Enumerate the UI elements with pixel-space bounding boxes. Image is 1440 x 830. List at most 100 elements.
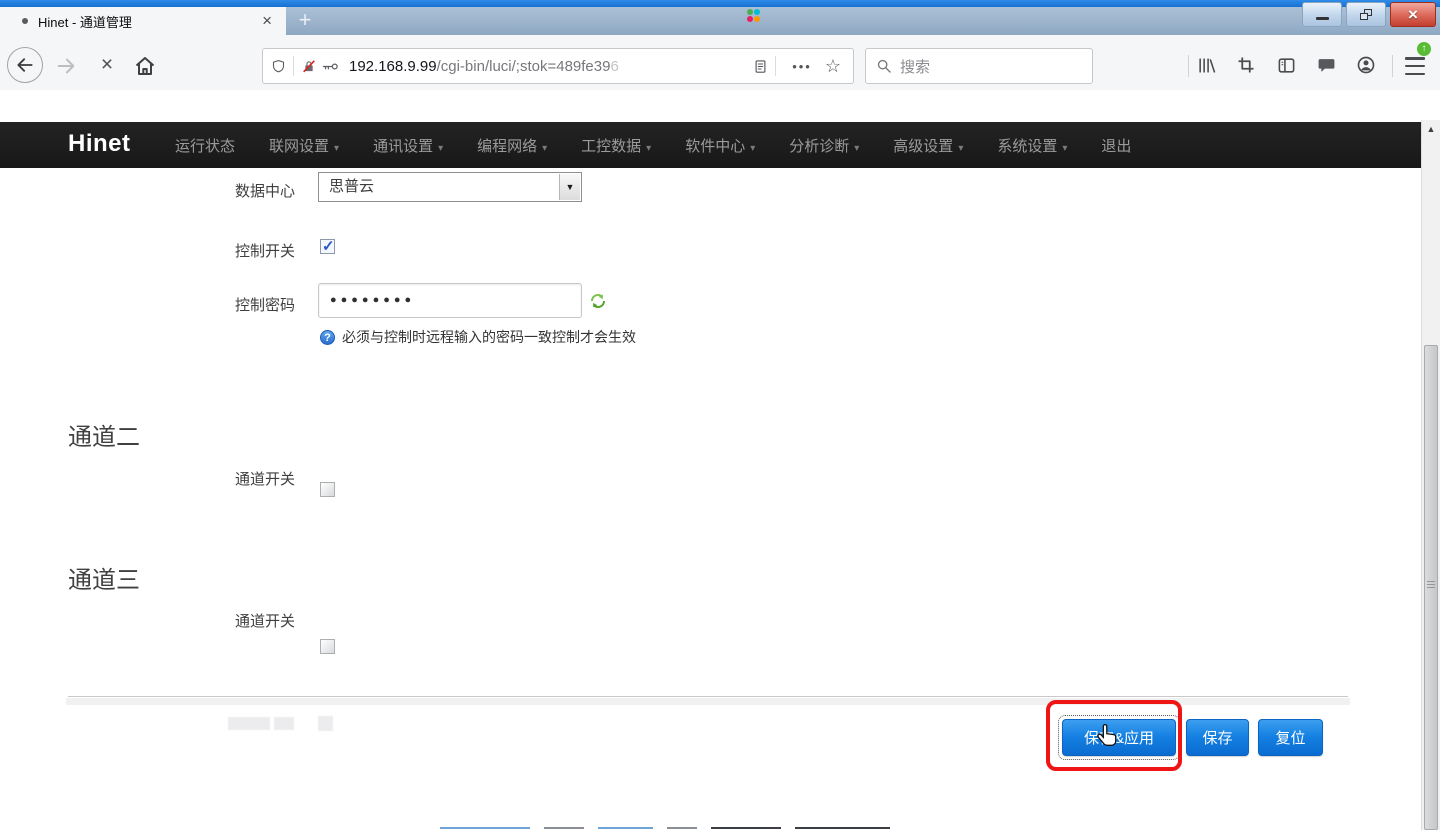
data-center-value: 思普云 [329, 173, 374, 201]
nav-item-logout[interactable]: 退出 [1084, 135, 1148, 156]
search-bar[interactable]: 搜索 [865, 48, 1093, 84]
account-button[interactable] [1354, 53, 1378, 77]
nav-item-industrial-data[interactable]: 工控数据▾ [564, 135, 668, 156]
account-icon [1356, 55, 1376, 75]
channel-3-switch-checkbox[interactable] [320, 639, 335, 654]
divider [1392, 55, 1393, 77]
faded-ghost-text [274, 717, 294, 730]
chevron-down-icon: ▾ [1062, 143, 1067, 154]
password-hint-row: ? 必须与控制时远程输入的密码一致控制才会生效 [320, 327, 636, 347]
close-button[interactable]: × [1390, 2, 1436, 27]
divider [293, 56, 294, 76]
select-dropdown-button[interactable]: ▼ [559, 174, 580, 200]
forward-arrow-icon [55, 55, 77, 77]
url-path: /cgi-bin/luci/;stok=489fe39 [437, 58, 611, 75]
faded-ghost-checkbox [318, 716, 333, 731]
chevron-down-icon: ▼ [566, 182, 575, 192]
page-actions-icon[interactable]: ••• [792, 59, 812, 74]
restore-button[interactable] [1346, 2, 1386, 27]
tab-title: Hinet - 通道管理 [38, 12, 248, 31]
control-password-input[interactable]: ●●●●●●●● [318, 283, 582, 318]
site-navbar: Hinet 运行状态 联网设置▾ 通讯设置▾ 编程网络▾ 工控数据▾ 软件中心▾… [0, 122, 1421, 168]
crop-icon [1237, 56, 1255, 74]
minimize-icon [1316, 17, 1329, 20]
vertical-scrollbar[interactable]: ▲ [1421, 120, 1440, 830]
nav-item-diagnostics[interactable]: 分析诊断▾ [772, 135, 876, 156]
library-icon [1197, 56, 1216, 75]
chevron-down-icon: ▾ [854, 143, 859, 154]
section-title-channel-2: 通道二 [68, 417, 140, 452]
section-title-channel-3: 通道三 [68, 560, 140, 595]
faded-ghost-text [228, 717, 270, 730]
chevron-down-icon: ▾ [542, 143, 547, 154]
scrollbar-thumb[interactable] [1424, 345, 1438, 830]
toggle-password-icon[interactable] [589, 292, 607, 310]
nav-item-system-settings[interactable]: 系统设置▾ [980, 135, 1084, 156]
screenshot-button[interactable] [1234, 53, 1258, 77]
nav-item-network-settings[interactable]: 联网设置▾ [252, 135, 356, 156]
control-switch-label: 控制开关 [80, 240, 295, 261]
password-hint-text: 必须与控制时远程输入的密码一致控制才会生效 [342, 327, 636, 347]
shield-icon [271, 58, 286, 75]
save-button[interactable]: 保存 [1186, 719, 1249, 756]
nav-item-run-status[interactable]: 运行状态 [158, 135, 252, 156]
tab-close-icon[interactable]: × [248, 8, 286, 34]
nav-item-programming-network[interactable]: 编程网络▾ [460, 135, 564, 156]
back-arrow-icon [15, 55, 35, 75]
menu-button[interactable] [1402, 56, 1428, 76]
channel-2-switch-label: 通道开关 [80, 468, 295, 489]
new-tab-button[interactable]: + [288, 7, 322, 35]
home-icon [133, 54, 157, 78]
color-dots-icon [747, 9, 760, 22]
back-button[interactable] [7, 47, 43, 83]
nav-item-comm-settings[interactable]: 通讯设置▾ [356, 135, 460, 156]
window-top-border [0, 0, 1440, 7]
favicon-dot-icon [22, 18, 28, 24]
minimize-button[interactable] [1302, 2, 1342, 27]
divider [68, 696, 1348, 697]
chevron-down-icon: ▾ [646, 143, 651, 154]
search-icon [876, 58, 892, 74]
reader-mode-icon[interactable] [753, 58, 768, 75]
control-switch-checkbox[interactable] [320, 239, 335, 254]
window-controls: × [1302, 2, 1436, 27]
data-center-label: 数据中心 [80, 180, 295, 201]
site-logo[interactable]: Hinet [68, 130, 131, 158]
library-button[interactable] [1194, 53, 1218, 77]
data-center-select[interactable]: 思普云 ▼ [318, 172, 582, 202]
home-button[interactable] [131, 52, 159, 80]
search-placeholder: 搜索 [900, 56, 930, 77]
page-content: Hinet 运行状态 联网设置▾ 通讯设置▾ 编程网络▾ 工控数据▾ 软件中心▾… [0, 120, 1421, 830]
forward-button[interactable] [53, 53, 79, 79]
active-tab[interactable]: Hinet - 通道管理 × [0, 7, 286, 35]
hand-cursor-icon [1094, 723, 1120, 751]
address-bar[interactable]: 192.168.9.99 /cgi-bin/luci/;stok=489fe39… [262, 48, 854, 84]
site-menu: 运行状态 联网设置▾ 通讯设置▾ 编程网络▾ 工控数据▾ 软件中心▾ 分析诊断▾… [158, 122, 1148, 168]
url-host: 192.168.9.99 [349, 58, 437, 75]
scroll-up-icon[interactable]: ▲ [1422, 124, 1440, 134]
control-password-label: 控制密码 [80, 294, 295, 315]
close-icon: × [1408, 6, 1418, 23]
channel-2-switch-checkbox[interactable] [320, 482, 335, 497]
scrollbar-grip [1427, 581, 1435, 590]
divider [1188, 55, 1189, 77]
chevron-down-icon: ▾ [438, 143, 443, 154]
stop-button[interactable]: × [94, 51, 120, 79]
chevron-down-icon: ▾ [958, 143, 963, 154]
messages-button[interactable] [1314, 53, 1338, 77]
channel-3-switch-label: 通道开关 [80, 610, 295, 631]
divider [775, 56, 776, 76]
nav-item-software-center[interactable]: 软件中心▾ [668, 135, 772, 156]
sidebar-button[interactable] [1274, 53, 1298, 77]
help-icon: ? [320, 330, 335, 345]
bookmark-star-icon[interactable]: ☆ [825, 56, 841, 77]
nav-item-advanced-settings[interactable]: 高级设置▾ [876, 135, 980, 156]
browser-window: Hinet - 通道管理 × + × × 192.168.9.99 /cgi-b… [0, 0, 1440, 830]
saved-login-key-icon [321, 58, 340, 75]
sidebar-icon [1277, 56, 1296, 75]
update-badge-icon: ↑ [1417, 42, 1431, 56]
restore-icon [1360, 9, 1372, 20]
reset-button[interactable]: 复位 [1258, 719, 1323, 756]
chevron-down-icon: ▾ [750, 143, 755, 154]
speech-bubble-icon [1317, 56, 1336, 75]
